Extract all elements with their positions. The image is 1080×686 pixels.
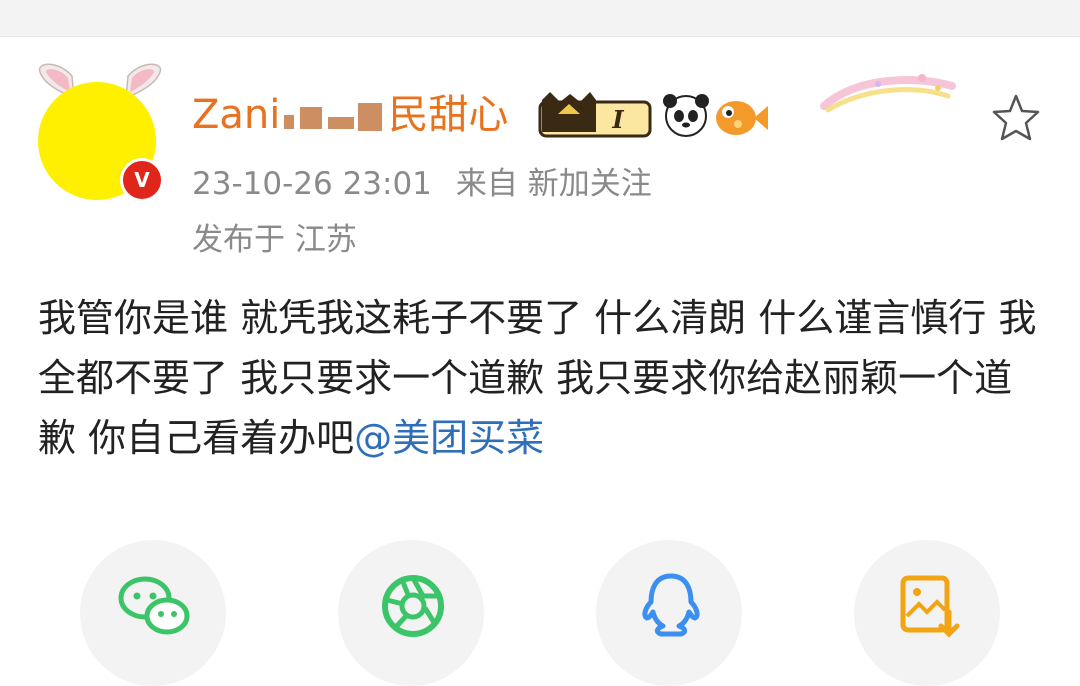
share-wechat-button[interactable] <box>80 540 226 686</box>
fish-icon <box>716 101 768 135</box>
save-image-icon <box>900 575 960 638</box>
share-moments-button[interactable] <box>338 540 484 686</box>
share-bar <box>0 540 1080 686</box>
panda-icon <box>663 94 709 137</box>
moments-icon <box>382 575 444 637</box>
post-location: 发布于 江苏 <box>192 222 357 258</box>
username[interactable]: Zani 民甜心 <box>192 88 508 142</box>
qq-icon <box>642 573 700 637</box>
member-level-text: I <box>611 105 624 134</box>
username-prefix: Zani <box>192 92 281 138</box>
post-source: 来自 新加关注 <box>455 166 652 202</box>
post-meta: 23-10-26 23:01 来自 新加关注 <box>192 162 652 206</box>
star-outline-icon[interactable] <box>990 92 1042 144</box>
wechat-icon <box>118 576 190 635</box>
sparkle-decoration-icon <box>820 74 956 113</box>
post-content: 我管你是谁 就凭我这耗子不要了 什么清朗 什么谨言慎行 我全都不要了 我只要求一… <box>38 288 1042 468</box>
member-badges: I <box>538 92 768 138</box>
save-image-button[interactable] <box>854 540 1000 686</box>
username-suffix: 民甜心 <box>388 92 509 138</box>
redacted-name-part <box>280 97 388 137</box>
share-qq-button[interactable] <box>596 540 742 686</box>
verified-badge: V <box>120 158 164 202</box>
avatar[interactable]: V <box>30 58 170 208</box>
post-time: 23-10-26 23:01 <box>192 166 432 202</box>
crown-level-badge: I <box>538 92 652 138</box>
mention-link[interactable]: @美团买菜 <box>354 416 544 460</box>
top-bar <box>0 0 1080 37</box>
